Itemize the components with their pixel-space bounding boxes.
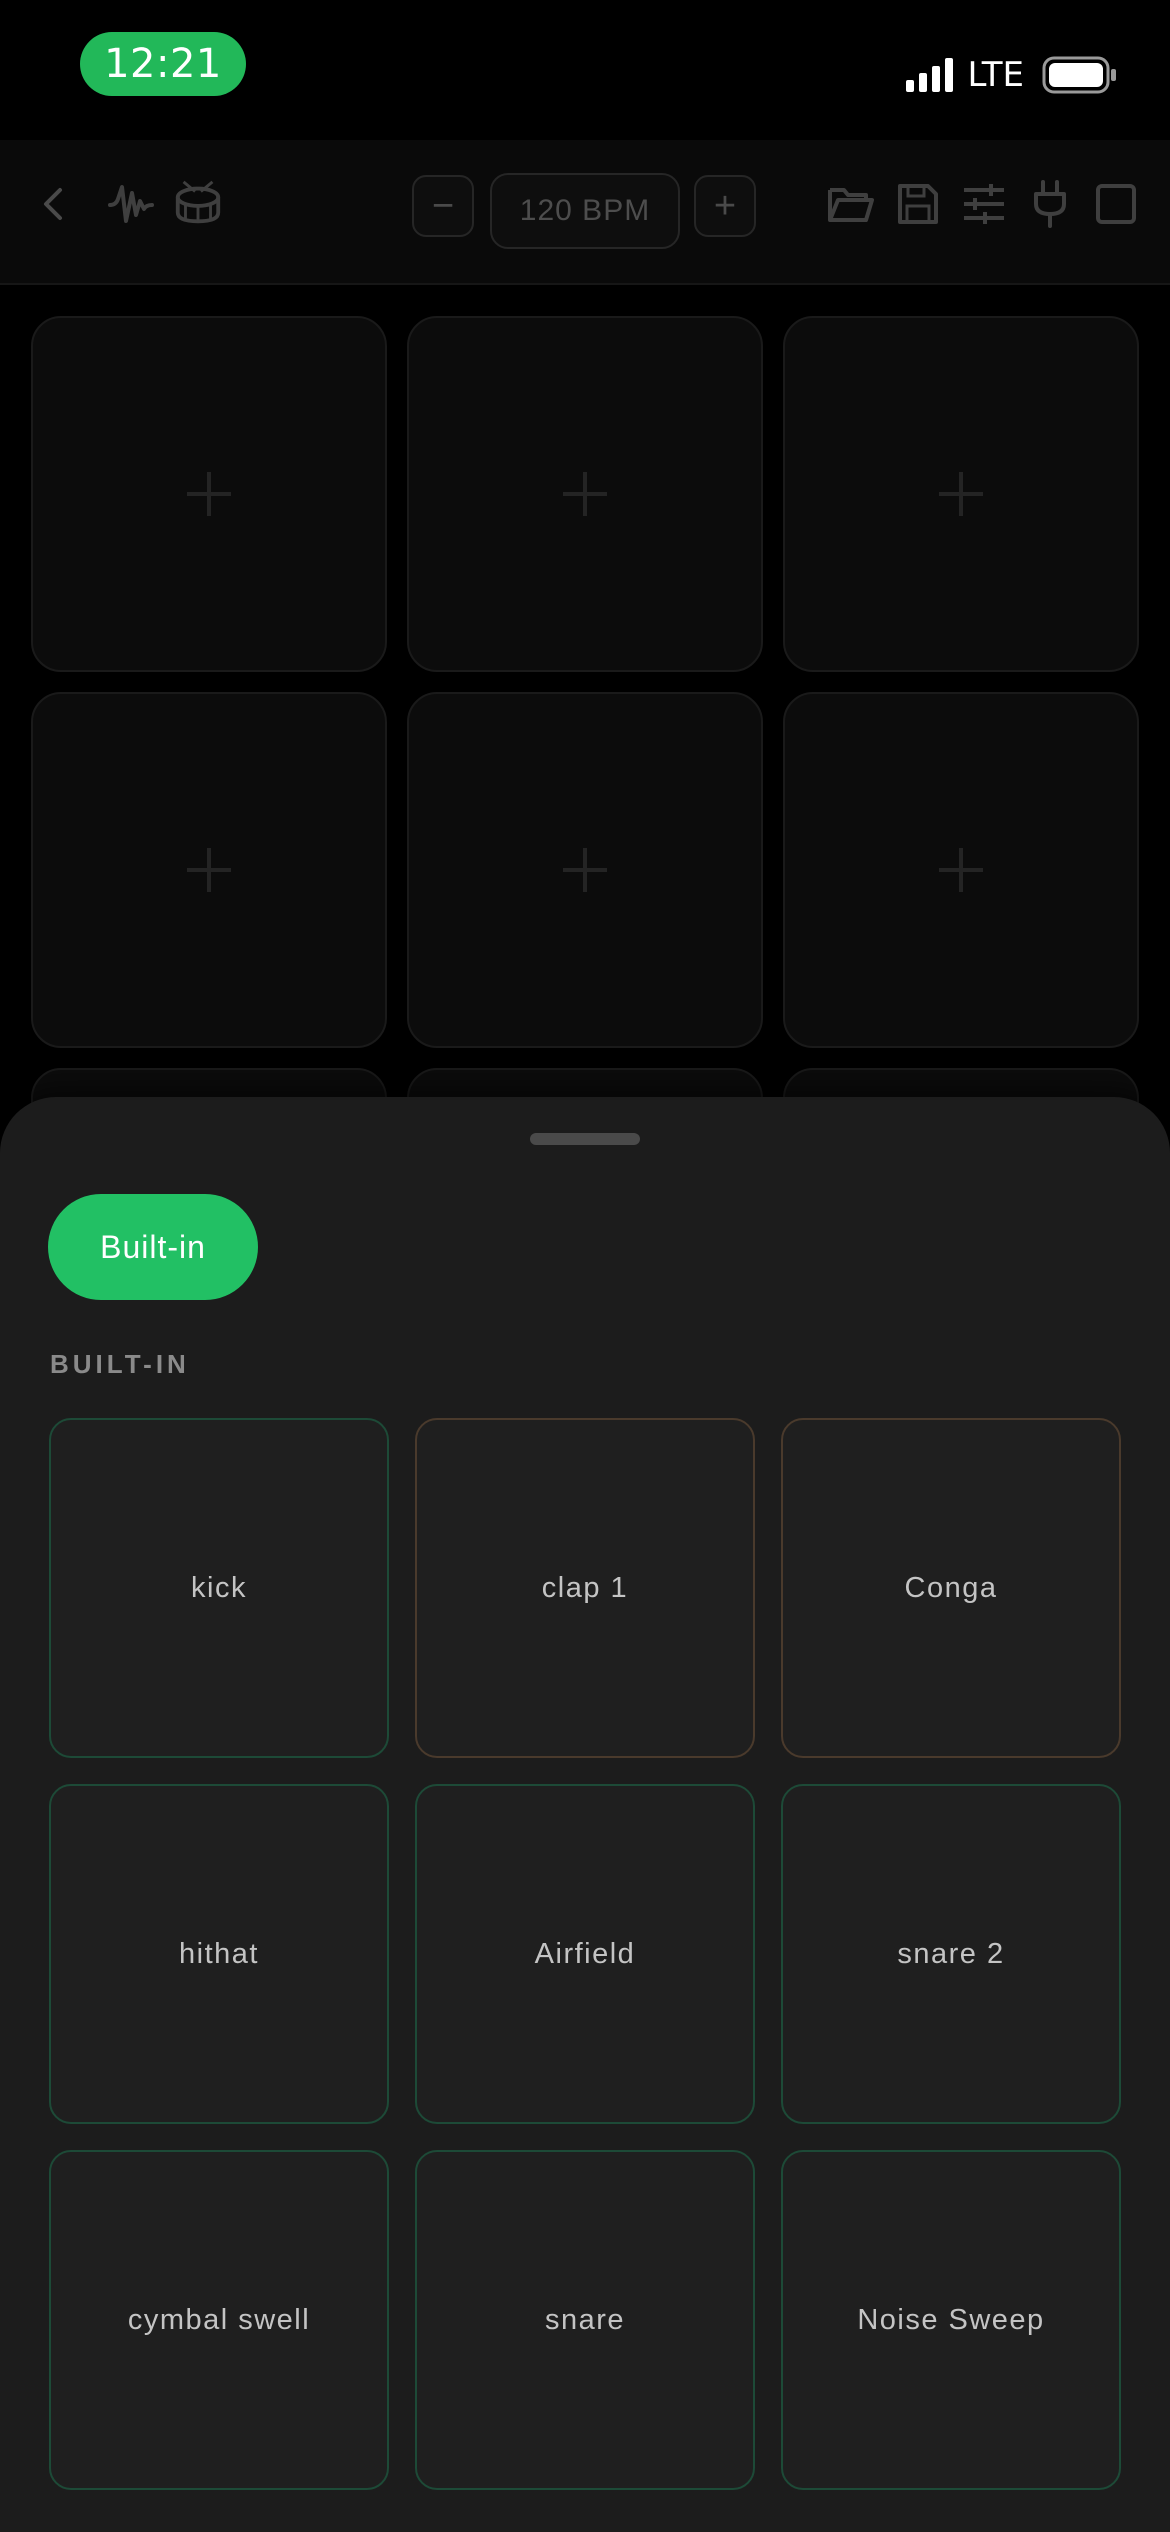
tab-built-in[interactable]: Built-in	[48, 1194, 258, 1300]
sample-tile[interactable]: kick	[49, 1418, 389, 1758]
bpm-increase-button[interactable]: +	[694, 175, 756, 237]
plus-icon	[187, 848, 231, 892]
sample-tile[interactable]: Airfield	[415, 1784, 755, 2124]
sample-tile[interactable]: snare 2	[781, 1784, 1121, 2124]
sample-tile[interactable]: hithat	[49, 1784, 389, 2124]
empty-pad[interactable]	[407, 316, 763, 672]
sliders-icon[interactable]	[958, 178, 1010, 230]
status-time: 12:21	[80, 32, 246, 96]
plug-icon[interactable]	[1024, 178, 1076, 230]
sample-tile[interactable]: Noise Sweep	[781, 2150, 1121, 2490]
bpm-decrease-button[interactable]: −	[412, 175, 474, 237]
empty-pad[interactable]	[31, 692, 387, 1048]
sample-tile[interactable]: Conga	[781, 1418, 1121, 1758]
chevron-left-icon[interactable]	[28, 178, 80, 230]
status-indicators: LTE	[906, 52, 1118, 98]
save-icon[interactable]	[892, 178, 944, 230]
sheet-grabber[interactable]	[530, 1133, 640, 1145]
plus-icon	[563, 472, 607, 516]
plus-icon	[939, 472, 983, 516]
waveform-icon[interactable]	[105, 178, 157, 230]
empty-pad[interactable]	[783, 692, 1139, 1048]
sample-tile[interactable]: cymbal swell	[49, 2150, 389, 2490]
network-type-label: LTE	[967, 55, 1024, 95]
pad-grid	[0, 285, 1170, 1424]
sample-picker-sheet: Built-in BUILT-IN kick clap 1 Conga hith…	[0, 1097, 1170, 2532]
sample-tile[interactable]: snare	[415, 2150, 755, 2490]
empty-pad[interactable]	[407, 692, 763, 1048]
top-toolbar: − 120 BPM +	[0, 140, 1170, 285]
bpm-display[interactable]: 120 BPM	[490, 173, 680, 249]
folder-open-icon[interactable]	[825, 178, 877, 230]
empty-pad[interactable]	[783, 316, 1139, 672]
signal-strength-icon	[906, 58, 954, 92]
status-bar: 12:21 LTE	[0, 0, 1170, 140]
plus-icon	[939, 848, 983, 892]
drum-icon[interactable]	[172, 178, 224, 230]
battery-icon	[1042, 56, 1116, 94]
plus-icon	[187, 472, 231, 516]
sample-tile[interactable]: clap 1	[415, 1418, 755, 1758]
section-title: BUILT-IN	[50, 1349, 190, 1379]
stop-icon[interactable]	[1090, 178, 1142, 230]
empty-pad[interactable]	[31, 316, 387, 672]
plus-icon	[563, 848, 607, 892]
